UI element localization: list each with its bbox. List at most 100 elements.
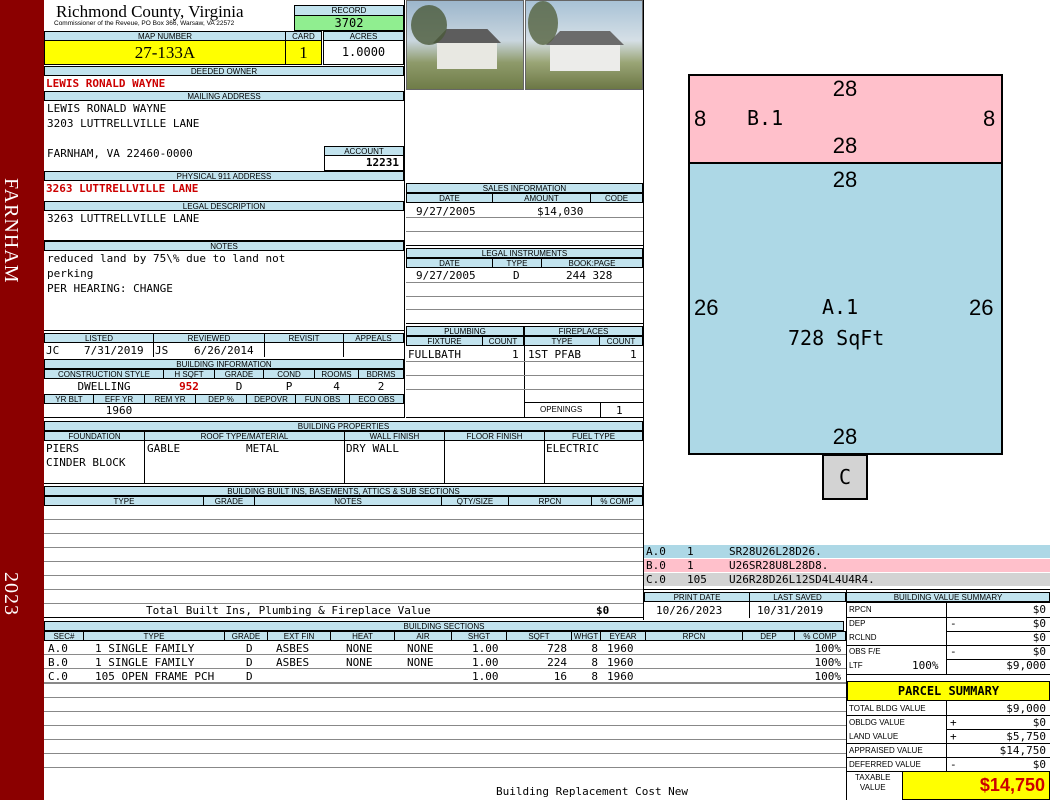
construction-style-header: CONSTRUCTION STYLE bbox=[44, 369, 164, 379]
section-air: NONE bbox=[407, 642, 434, 655]
mailing-line-1: LEWIS RONALD WAYNE bbox=[47, 102, 167, 115]
dep-sign: - bbox=[950, 617, 957, 630]
roof-material: METAL bbox=[246, 442, 280, 455]
deferred-value: $0 bbox=[1032, 758, 1046, 771]
rclnd-value: $0 bbox=[1032, 631, 1046, 644]
plumbing-count: 1 bbox=[512, 348, 519, 361]
sketch-b-bottom: 28 bbox=[832, 133, 858, 158]
deeded-owner: LEWIS RONALD WAYNE bbox=[46, 77, 166, 90]
vector-row: B.0 1 U26SR28U8L28D8. bbox=[644, 559, 1050, 572]
print-date: 10/26/2023 bbox=[656, 604, 723, 617]
account-number: 12231 bbox=[324, 155, 404, 171]
section-header-12: % COMP bbox=[794, 631, 846, 641]
funobs-header: FUN OBS bbox=[295, 394, 350, 404]
rpcn-value: $0 bbox=[1032, 603, 1046, 616]
section-heat: NONE bbox=[346, 656, 373, 669]
vector-sec: C.0 bbox=[646, 573, 666, 586]
obldg-sign: + bbox=[950, 716, 957, 729]
roof-type: GABLE bbox=[147, 442, 181, 455]
rooms-value: 4 bbox=[333, 380, 340, 393]
bdrms-value: 2 bbox=[377, 380, 385, 393]
obs-label: OBS F/E bbox=[849, 647, 881, 656]
land-sign: + bbox=[950, 730, 957, 743]
section-grade: D bbox=[246, 670, 253, 683]
section-header-10: RPCN bbox=[645, 631, 743, 641]
fixture-value: FULLBATH bbox=[408, 348, 461, 361]
section-header-0: SEC# bbox=[44, 631, 84, 641]
section-eyear: 1960 bbox=[607, 642, 634, 655]
replacement-cost-label: Building Replacement Cost New bbox=[496, 785, 689, 798]
effyr-value: 1960 bbox=[105, 404, 133, 417]
section-comp: 100% bbox=[814, 656, 842, 669]
appraised-label: APPRAISED VALUE bbox=[849, 746, 923, 755]
vector-sec: A.0 bbox=[646, 545, 666, 558]
building-properties-label: BUILDING PROPERTIES bbox=[44, 421, 643, 431]
section-whgt: 8 bbox=[591, 670, 598, 683]
building-information-label: BUILDING INFORMATION bbox=[44, 359, 404, 369]
li-date: 9/27/2005 bbox=[416, 269, 476, 282]
bi-grade-header: GRADE bbox=[203, 496, 255, 506]
mailing-line-3: FARNHAM, VA 22460-0000 bbox=[47, 147, 193, 160]
fp-type: 1ST PFAB bbox=[528, 348, 581, 361]
listed-by: JC bbox=[46, 344, 60, 357]
fp-count: 1 bbox=[630, 348, 637, 361]
foundation-1: PIERS bbox=[46, 442, 80, 455]
bdrms-header: BDRMS bbox=[358, 369, 404, 379]
section-eyear: 1960 bbox=[607, 670, 634, 683]
notes-line-2: perking bbox=[47, 267, 94, 280]
obs-sign: - bbox=[950, 645, 957, 658]
section-header-4: HEAT bbox=[330, 631, 395, 641]
total-bldg-value: $9,000 bbox=[1006, 702, 1046, 715]
section-header-8: WHGT bbox=[571, 631, 601, 641]
last-saved: 10/31/2019 bbox=[757, 604, 824, 617]
section-shgt: 1.00 bbox=[472, 642, 499, 655]
appraised-value: $14,750 bbox=[999, 744, 1046, 757]
section-sqft: 728 bbox=[547, 642, 567, 655]
plumbing-count-header: COUNT bbox=[482, 336, 524, 346]
sales-date-header: DATE bbox=[406, 193, 493, 203]
property-photo-1 bbox=[406, 0, 524, 90]
listed-date: 7/31/2019 bbox=[84, 344, 144, 357]
rpcn-label: RPCN bbox=[849, 605, 872, 614]
section-header-5: AIR bbox=[394, 631, 452, 641]
section-comp: 100% bbox=[814, 670, 842, 683]
ecoobs-header: ECO OBS bbox=[349, 394, 404, 404]
ltf-label: LTF bbox=[849, 661, 863, 670]
li-book-header: BOOK:PAGE bbox=[541, 258, 643, 268]
yrblt-header: YR BLT bbox=[44, 394, 94, 404]
sidebar-year: 2023 bbox=[0, 572, 22, 616]
section-type: 105 OPEN FRAME PCH bbox=[95, 670, 215, 683]
commissioner-address: Commissioner of the Reveue, PO Box 366, … bbox=[54, 20, 235, 27]
fireplaces-label: FIREPLACES bbox=[524, 326, 643, 336]
wall-header: WALL FINISH bbox=[344, 431, 445, 441]
floor-header: FLOOR FINISH bbox=[444, 431, 545, 441]
obldg-label: OBLDG VALUE bbox=[849, 718, 905, 727]
grade-value: D bbox=[235, 380, 243, 393]
vector-code: U26R28D26L12SD4L4U4R4. bbox=[729, 573, 875, 586]
reviewed-by: JS bbox=[155, 344, 169, 357]
section-type: 1 SINGLE FAMILY bbox=[95, 656, 195, 669]
listed-label: LISTED bbox=[44, 333, 154, 343]
value-summary-table: RPCN $0 DEP - $0 RCLND $0 OBS F/E - $0 L… bbox=[846, 602, 1050, 675]
section-sec: C.0 bbox=[48, 670, 68, 683]
depovr-header: DEPOVR bbox=[246, 394, 296, 404]
remyr-header: REM YR bbox=[144, 394, 196, 404]
sketch-b-left: 8 bbox=[694, 106, 707, 131]
reviewed-date: 6/26/2014 bbox=[194, 344, 254, 357]
bi-notes-header: NOTES bbox=[254, 496, 442, 506]
li-type-header: TYPE bbox=[492, 258, 542, 268]
fp-count-header: COUNT bbox=[599, 336, 643, 346]
notes-line-1: reduced land by 75\% due to land not bbox=[47, 252, 286, 265]
section-sqft: 16 bbox=[553, 670, 567, 683]
li-type: D bbox=[513, 269, 520, 282]
building-value-summary-label: BUILDING VALUE SUMMARY bbox=[846, 592, 1050, 602]
physical-address: 3263 LUTTRELLVILLE LANE bbox=[46, 182, 199, 195]
revisit-label: REVISIT bbox=[264, 333, 344, 343]
vector-n: 1 bbox=[687, 559, 694, 572]
legal-description: 3263 LUTTRELLVILLE LANE bbox=[47, 212, 200, 225]
foundation-header: FOUNDATION bbox=[44, 431, 145, 441]
bi-qty-header: QTY/SIZE bbox=[441, 496, 509, 506]
sales-information-label: SALES INFORMATION bbox=[406, 183, 643, 193]
section-ext: ASBES bbox=[276, 642, 310, 655]
sales-code-header: CODE bbox=[590, 193, 643, 203]
